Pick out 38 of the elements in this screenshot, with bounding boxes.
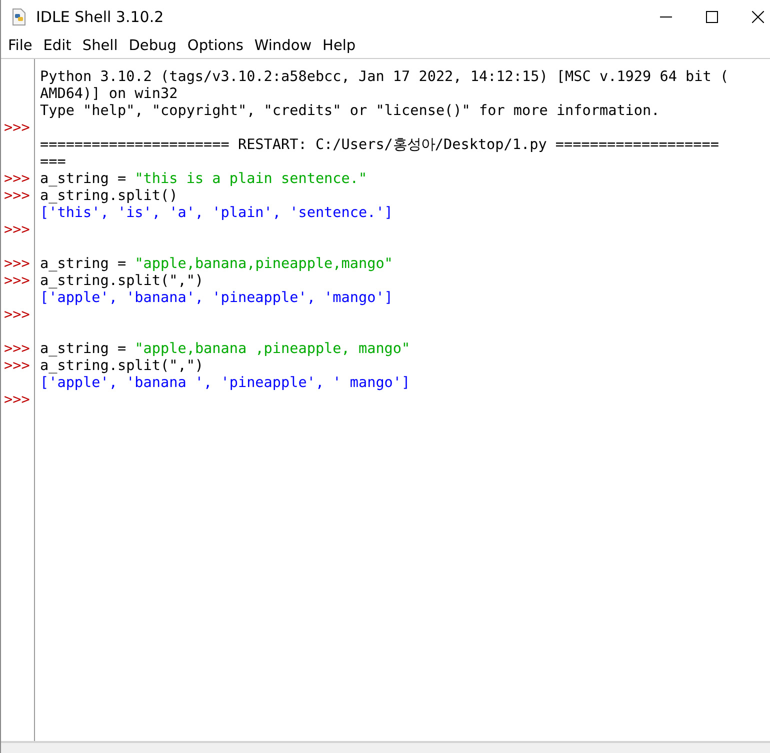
code-text: a_string.split(",") [40, 273, 204, 289]
prompt: >>> [3, 188, 30, 204]
prompt: >>> [3, 358, 30, 374]
prompt: >>> [3, 120, 30, 136]
menu-item[interactable]: Edit [43, 38, 72, 54]
prompt: >>> [3, 171, 30, 187]
output-text: ['apple', 'banana ', 'pineapple', ' mango'] [40, 375, 410, 391]
prompt: >>> [3, 392, 30, 408]
code-text: a_string.split(",") [40, 358, 204, 374]
window-title: IDLE Shell 3.10.2 [36, 8, 164, 26]
python-file-icon [11, 8, 27, 26]
output-text: ['apple', 'banana', 'pineapple', 'mango'] [40, 290, 393, 306]
code-text: AMD64)] on win32 [40, 86, 178, 102]
code-text: a_string = [40, 341, 128, 357]
maximize-icon[interactable] [706, 11, 718, 23]
menu-item[interactable]: File [8, 38, 32, 54]
prompt: >>> [3, 341, 30, 357]
menu-item[interactable]: Window [254, 38, 312, 54]
menu-item[interactable]: Shell [82, 38, 118, 54]
code-text: a_string = [40, 256, 128, 272]
code-text: ====================== RESTART: C:/Users/홍성아/Desktop/1.py =================== [40, 137, 719, 153]
prompt: >>> [3, 222, 30, 238]
code-text: Type "help", "copyright", "credits" or "license()" for more information. [40, 103, 660, 119]
code-text: === [40, 154, 66, 170]
code-text: a_string = [40, 171, 128, 187]
string-literal: "apple,banana ,pineapple, mango" [134, 341, 410, 357]
close-icon[interactable] [752, 11, 764, 23]
menu-item[interactable]: Debug [128, 38, 176, 54]
prompt: >>> [3, 256, 30, 272]
code-text: a_string.split() [40, 188, 178, 204]
string-literal: "apple,banana,pineapple,mango" [134, 256, 393, 272]
output-text: ['this', 'is', 'a', 'plain', 'sentence.'] [40, 205, 393, 221]
menu-item[interactable]: Help [322, 38, 356, 54]
menu-item[interactable]: Options [187, 38, 244, 54]
code-text: Python 3.10.2 (tags/v3.10.2:a58ebcc, Jan 17 2022, 14:12:15) [MSC v.1929 64 bit ( [40, 69, 729, 85]
prompt: >>> [3, 273, 30, 289]
prompt: >>> [3, 307, 30, 323]
string-literal: "this is a plain sentence." [134, 171, 368, 187]
